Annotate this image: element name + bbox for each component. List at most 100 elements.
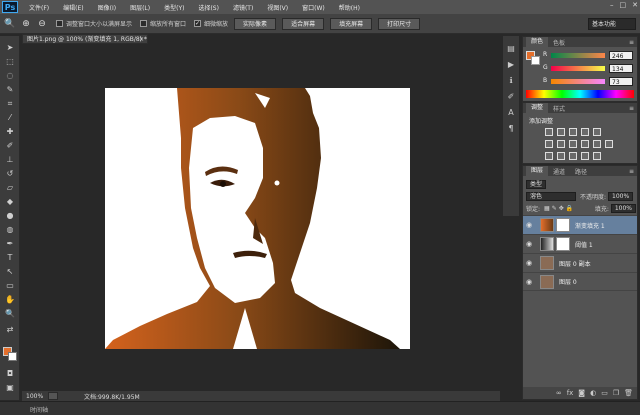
brush-tool-icon[interactable]: ✐ [4, 140, 16, 152]
shape-tool-icon[interactable]: ▭ [4, 280, 16, 292]
swap-colors-icon[interactable]: ⇄ [4, 324, 16, 336]
menu-type[interactable]: 类型(Y) [157, 3, 191, 12]
menu-select[interactable]: 选择(S) [191, 3, 226, 12]
tab-paths[interactable]: 路径 [570, 167, 592, 176]
healing-tool-icon[interactable]: ✚ [4, 126, 16, 138]
crop-tool-icon[interactable]: ⌗ [4, 98, 16, 110]
zoom-tool-icon[interactable]: 🔍 [4, 308, 16, 320]
minimize-button[interactable]: – [610, 1, 614, 9]
quick-mask-icon[interactable]: ◘ [4, 368, 16, 380]
color-lookup-adjustment-icon[interactable] [605, 140, 613, 148]
screen-mode-icon[interactable]: ▣ [4, 382, 16, 394]
curves-adjustment-icon[interactable] [569, 128, 577, 136]
layer-mask-thumbnail[interactable] [556, 237, 570, 251]
blend-mode-select[interactable]: 溶色 [526, 191, 576, 201]
hand-tool-icon[interactable]: ✋ [4, 294, 16, 306]
green-slider[interactable]: G 134 [543, 64, 635, 74]
gradient-map-adjustment-icon[interactable] [581, 152, 589, 160]
layer-filter-select[interactable]: 类型 [526, 179, 547, 189]
color-balance-adjustment-icon[interactable] [557, 140, 565, 148]
exposure-adjustment-icon[interactable] [581, 128, 589, 136]
character-panel-icon[interactable]: A [506, 108, 516, 118]
eraser-tool-icon[interactable]: ▱ [4, 182, 16, 194]
blur-tool-icon[interactable]: ● [4, 210, 16, 222]
fill-field[interactable]: 100% [610, 203, 636, 213]
resize-windows-checkbox[interactable]: 调整窗口大小以满屏显示 [56, 19, 132, 28]
vibrance-adjustment-icon[interactable] [593, 128, 601, 136]
history-brush-tool-icon[interactable]: ↺ [4, 168, 16, 180]
layer-row[interactable]: ◉ 渐变填充 1 [523, 215, 637, 234]
menu-filter[interactable]: 滤镜(T) [226, 3, 260, 12]
check-icon[interactable]: ✓ [194, 20, 202, 27]
menu-image[interactable]: 图像(I) [91, 3, 123, 12]
checkbox-box[interactable] [56, 20, 63, 27]
link-layers-icon[interactable]: ∞ [556, 389, 562, 397]
red-slider[interactable]: R 246 [543, 51, 635, 61]
panel-menu-icon[interactable]: ≡ [629, 39, 634, 46]
paint-bucket-tool-icon[interactable]: ◆ [4, 196, 16, 208]
history-panel-icon[interactable]: ▤ [506, 44, 516, 54]
actual-pixels-button[interactable]: 实际像素 [234, 17, 277, 30]
zoom-in-icon[interactable]: ⊕ [20, 18, 32, 30]
dodge-tool-icon[interactable]: ◍ [4, 224, 16, 236]
panel-menu-icon[interactable]: ≡ [629, 105, 634, 112]
delete-layer-icon[interactable]: 🗑 [624, 389, 633, 397]
stamp-tool-icon[interactable]: ⊥ [4, 154, 16, 166]
photo-filter-adjustment-icon[interactable] [581, 140, 589, 148]
blue-value-field[interactable]: 73 [609, 77, 633, 86]
zoom-out-icon[interactable]: ⊖ [36, 18, 48, 30]
tab-swatches[interactable]: 色板 [548, 38, 570, 47]
layer-style-icon[interactable]: fx [567, 389, 574, 397]
menu-edit[interactable]: 编辑(E) [56, 3, 90, 12]
brush-panel-icon[interactable]: ✐ [506, 92, 516, 102]
tab-adjustments[interactable]: 调整 [526, 103, 549, 113]
tab-styles[interactable]: 样式 [548, 104, 570, 113]
zoom-tool-icon[interactable]: 🔍 [4, 18, 16, 30]
green-value-field[interactable]: 134 [609, 64, 633, 73]
scrubby-zoom-checkbox[interactable]: ✓ 细微缩放 [194, 19, 228, 28]
visibility-eye-icon[interactable]: ◉ [526, 221, 536, 229]
tab-channels[interactable]: 通道 [548, 167, 570, 176]
background-color-swatch[interactable] [531, 56, 540, 65]
fill-screen-button[interactable]: 填充屏幕 [330, 17, 373, 30]
paragraph-panel-icon[interactable]: ¶ [506, 124, 516, 134]
workspace-select[interactable]: 基本功能 [588, 18, 636, 30]
quick-select-tool-icon[interactable]: ✎ [4, 84, 16, 96]
invert-adjustment-icon[interactable] [545, 152, 553, 160]
pen-tool-icon[interactable]: ✒ [4, 238, 16, 250]
selective-color-adjustment-icon[interactable] [593, 152, 601, 160]
tab-layers[interactable]: 图层 [526, 166, 549, 176]
menu-file[interactable]: 文件(F) [22, 3, 56, 12]
threshold-adjustment-icon[interactable] [569, 152, 577, 160]
layer-row[interactable]: ◉ 阈值 1 [523, 234, 637, 253]
black-white-adjustment-icon[interactable] [569, 140, 577, 148]
menu-help[interactable]: 帮助(H) [332, 3, 367, 12]
checkbox-box[interactable] [140, 20, 148, 27]
lock-icons[interactable]: ▦✎✥🔒 [544, 205, 575, 212]
close-button[interactable]: ✕ [632, 1, 638, 9]
visibility-eye-icon[interactable]: ◉ [526, 240, 536, 248]
new-layer-icon[interactable]: ❐ [613, 389, 619, 397]
menu-layer[interactable]: 图层(L) [123, 3, 157, 12]
red-track[interactable] [551, 53, 605, 58]
status-menu-button[interactable] [48, 392, 58, 400]
fit-screen-button[interactable]: 适合屏幕 [282, 17, 325, 30]
properties-panel-icon[interactable]: ℹ [506, 76, 516, 86]
blue-track[interactable] [551, 79, 605, 84]
green-track[interactable] [551, 66, 605, 71]
eyedropper-tool-icon[interactable]: ⁄ [4, 112, 16, 124]
print-size-button[interactable]: 打印尺寸 [378, 17, 421, 30]
layer-row[interactable]: ◉ 图层 0 [523, 272, 637, 291]
background-color-swatch[interactable] [8, 352, 17, 361]
lasso-tool-icon[interactable]: ◌ [4, 70, 16, 82]
type-tool-icon[interactable]: T [4, 252, 16, 264]
marquee-tool-icon[interactable]: ⬚ [4, 56, 16, 68]
opacity-field[interactable]: 100% [608, 191, 634, 201]
zoom-level-field[interactable]: 100% [22, 393, 48, 400]
image-canvas[interactable] [105, 88, 410, 349]
levels-adjustment-icon[interactable] [557, 128, 565, 136]
brightness-adjustment-icon[interactable] [545, 128, 553, 136]
blue-slider[interactable]: B 73 [543, 77, 635, 87]
maximize-button[interactable]: □ [620, 1, 627, 9]
visibility-eye-icon[interactable]: ◉ [526, 259, 536, 267]
